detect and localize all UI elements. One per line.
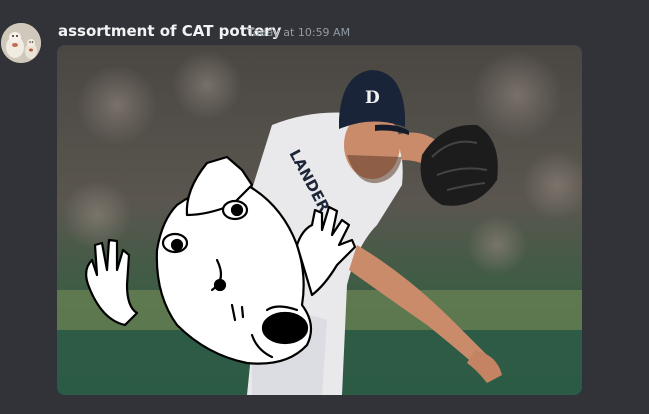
pottery-cats-avatar-icon: [1, 23, 41, 63]
avatar[interactable]: [1, 23, 41, 63]
attachment-picture: LANDER D: [57, 45, 582, 395]
image-attachment[interactable]: LANDER D: [57, 45, 582, 395]
cap-logo: D: [365, 88, 380, 108]
message-timestamp[interactable]: Today at 10:59 AM: [248, 25, 350, 41]
chat-message: assortment of CAT pottery Today at 10:59…: [0, 0, 649, 414]
